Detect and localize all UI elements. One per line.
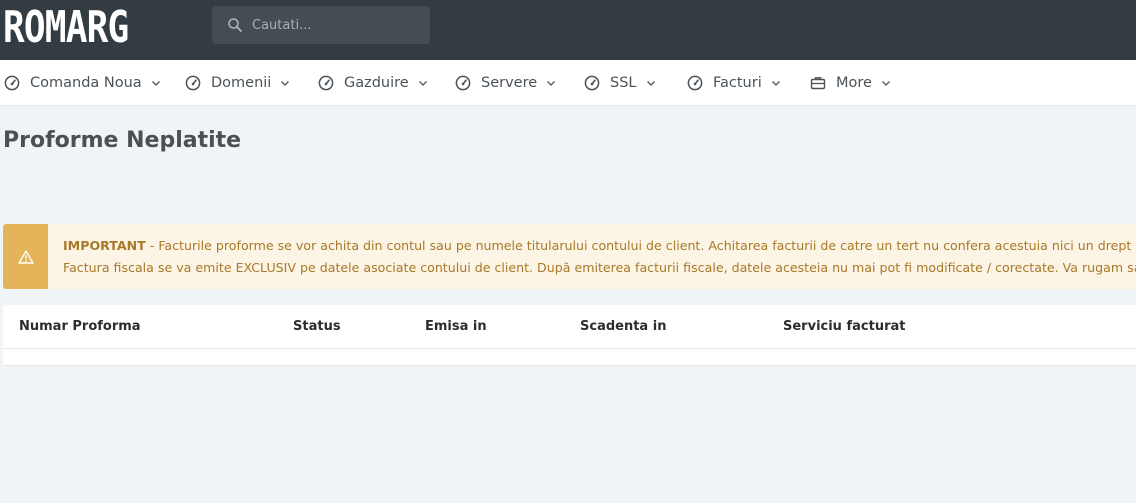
- briefcase-icon: [810, 77, 826, 90]
- nav-label: Comanda Noua: [30, 75, 142, 91]
- chevron-down-icon: [547, 80, 556, 87]
- chevron-down-icon: [151, 80, 160, 87]
- nav-item-domenii[interactable]: Domenii: [185, 60, 290, 106]
- search-box[interactable]: [212, 6, 430, 44]
- nav-item-ssl[interactable]: SSL: [584, 60, 656, 106]
- nav-item-facturi[interactable]: Facturi: [687, 60, 781, 106]
- chevron-down-icon: [418, 80, 427, 87]
- nav-label: SSL: [610, 75, 637, 91]
- alert-line-1-text: - Facturile proforme se vor achita din c…: [145, 238, 1136, 253]
- nav-label: Gazduire: [344, 75, 409, 91]
- chevron-down-icon: [771, 80, 780, 87]
- chevron-down-icon: [646, 80, 655, 87]
- nav-item-servere[interactable]: Servere: [455, 60, 556, 106]
- nav-item-gazduire[interactable]: Gazduire: [318, 60, 428, 106]
- chevron-down-icon: [281, 80, 290, 87]
- top-bar: ROMARG: [0, 0, 1136, 60]
- column-header-scadenta-in[interactable]: Scadenta in: [580, 319, 666, 334]
- alert-icon-panel: [3, 224, 48, 289]
- search-icon: [228, 18, 242, 32]
- chevron-down-icon: [881, 80, 890, 87]
- nav-item-more[interactable]: More: [810, 60, 891, 106]
- main-nav: Comanda Noua Domenii Gazduire Servere SS…: [0, 60, 1136, 106]
- table-header: Numar Proforma Status Emisa in Scadenta …: [3, 305, 1136, 349]
- nav-label: Servere: [481, 75, 538, 91]
- search-input[interactable]: [252, 13, 422, 37]
- nav-label: Domenii: [211, 75, 272, 91]
- page-title: Proforme Neplatite: [3, 128, 242, 153]
- nav-item-comanda-noua[interactable]: Comanda Noua: [4, 60, 161, 106]
- alert-message: IMPORTANT - Facturile proforme se vor ac…: [63, 235, 1136, 279]
- dashboard-gauge-icon: [687, 75, 703, 91]
- alert-line-1: IMPORTANT - Facturile proforme se vor ac…: [63, 235, 1136, 257]
- dashboard-gauge-icon: [318, 75, 334, 91]
- column-header-serviciu-facturat[interactable]: Serviciu facturat: [783, 319, 905, 334]
- dashboard-gauge-icon: [185, 75, 201, 91]
- dashboard-gauge-icon: [584, 75, 600, 91]
- proforma-table: Numar Proforma Status Emisa in Scadenta …: [3, 305, 1136, 366]
- nav-label: More: [836, 75, 872, 91]
- important-alert: IMPORTANT - Facturile proforme se vor ac…: [3, 224, 1136, 289]
- dashboard-gauge-icon: [455, 75, 471, 91]
- warning-triangle-icon: [17, 250, 34, 264]
- nav-label: Facturi: [713, 75, 762, 91]
- alert-strong: IMPORTANT: [63, 238, 146, 253]
- column-header-emisa-in[interactable]: Emisa in: [425, 319, 487, 334]
- column-header-status[interactable]: Status: [293, 319, 341, 334]
- column-header-numar-proforma[interactable]: Numar Proforma: [19, 319, 141, 334]
- alert-line-2: Factura fiscala se va emite EXCLUSIV pe …: [63, 260, 1136, 275]
- dashboard-gauge-icon: [4, 75, 20, 91]
- brand-logo[interactable]: ROMARG: [3, 2, 129, 54]
